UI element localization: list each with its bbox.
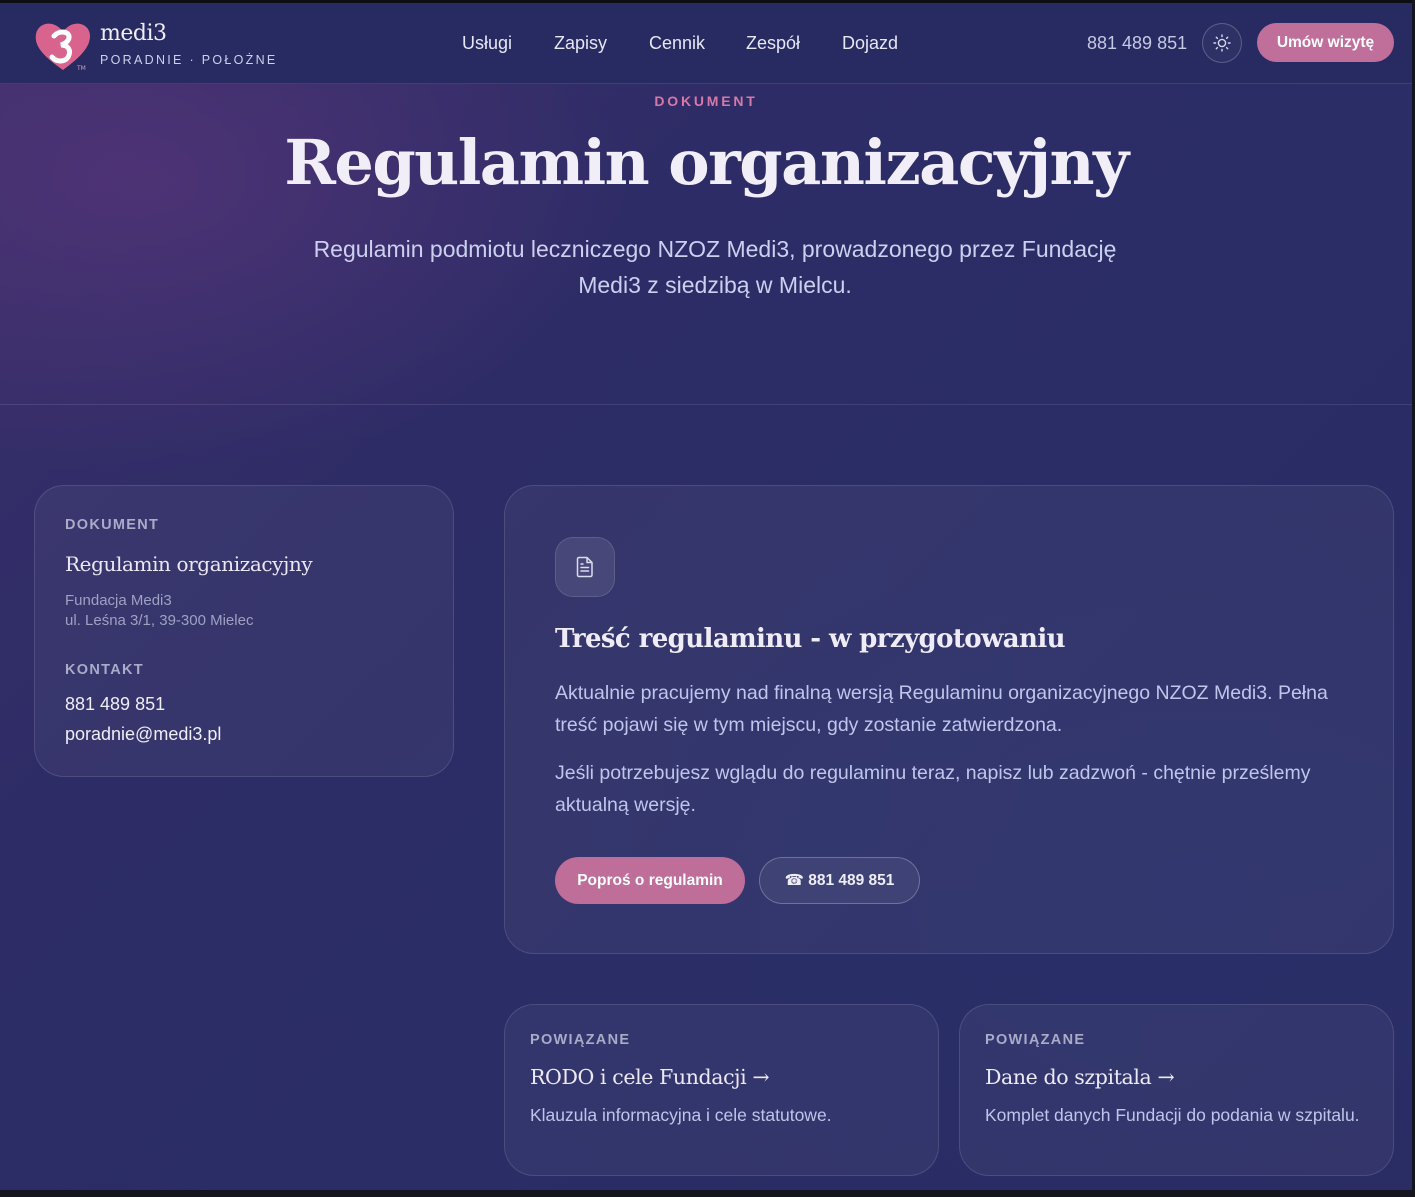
hero-divider	[0, 404, 1412, 405]
site-header: TM medi3 PORADNIE · POŁOŻNE Usługi Zapis…	[0, 3, 1412, 84]
document-label: DOKUMENT	[65, 517, 160, 533]
header-phone-link[interactable]: 881 489 851	[1087, 33, 1187, 54]
nav-item-uslugi[interactable]: Usługi	[462, 33, 512, 54]
request-regulation-button[interactable]: Poproś o regulamin	[555, 857, 745, 904]
document-title: Regulamin organizacyjny	[65, 552, 313, 576]
related-description: Komplet danych Fundacji do podania w szp…	[985, 1105, 1360, 1125]
document-icon-badge	[555, 537, 615, 597]
related-card-hospital-data[interactable]: POWIĄZANE Dane do szpitala → Komplet dan…	[959, 1004, 1394, 1176]
contact-phone-link[interactable]: 881 489 851	[65, 694, 165, 715]
theme-toggle-button[interactable]	[1202, 23, 1242, 63]
book-visit-button[interactable]: Umów wizytę	[1257, 23, 1394, 62]
nav-item-zespol[interactable]: Zespół	[746, 33, 800, 54]
content-paragraph-1: Aktualnie pracujemy nad finalną wersją R…	[555, 682, 1328, 736]
svg-text:TM: TM	[76, 65, 86, 72]
nav-item-dojazd[interactable]: Dojazd	[842, 33, 898, 54]
page: TM medi3 PORADNIE · POŁOŻNE Usługi Zapis…	[0, 0, 1415, 1197]
related-label: POWIĄZANE	[530, 1032, 631, 1048]
main-nav: Usługi Zapisy Cennik Zespół Dojazd	[0, 33, 1412, 57]
document-icon	[576, 556, 593, 578]
nav-item-zapisy[interactable]: Zapisy	[554, 33, 607, 54]
related-description: Klauzula informacyjna i cele statutowe.	[530, 1105, 832, 1125]
hero-subtitle: Regulamin podmiotu leczniczego NZOZ Medi…	[313, 236, 1117, 298]
contact-email-link[interactable]: poradnie@medi3.pl	[65, 724, 221, 745]
call-phone-button[interactable]: ☎ 881 489 851	[759, 857, 920, 904]
sun-icon	[1213, 34, 1231, 52]
page-title: Regulamin organizacyjny	[284, 126, 1129, 199]
content-title: Treść regulaminu - w przygotowaniu	[555, 624, 1066, 654]
contact-label: KONTAKT	[65, 662, 144, 678]
address-line-2: ul. Leśna 3/1, 39-300 Mielec	[65, 612, 254, 629]
window-edge-bottom	[0, 1190, 1415, 1197]
hero-eyebrow: DOKUMENT	[654, 93, 758, 109]
nav-item-cennik[interactable]: Cennik	[649, 33, 705, 54]
related-title: Dane do szpitala →	[985, 1065, 1175, 1089]
address-line-1: Fundacja Medi3	[65, 592, 172, 609]
related-card-rodo[interactable]: POWIĄZANE RODO i cele Fundacji → Klauzul…	[504, 1004, 939, 1176]
regulation-content-card: Treść regulaminu - w przygotowaniu Aktua…	[504, 485, 1394, 954]
related-title: RODO i cele Fundacji →	[530, 1065, 770, 1089]
content-paragraph-2: Jeśli potrzebujesz wglądu do regulaminu …	[555, 762, 1311, 816]
related-label: POWIĄZANE	[985, 1032, 1086, 1048]
document-info-card: DOKUMENT Regulamin organizacyjny Fundacj…	[34, 485, 454, 777]
